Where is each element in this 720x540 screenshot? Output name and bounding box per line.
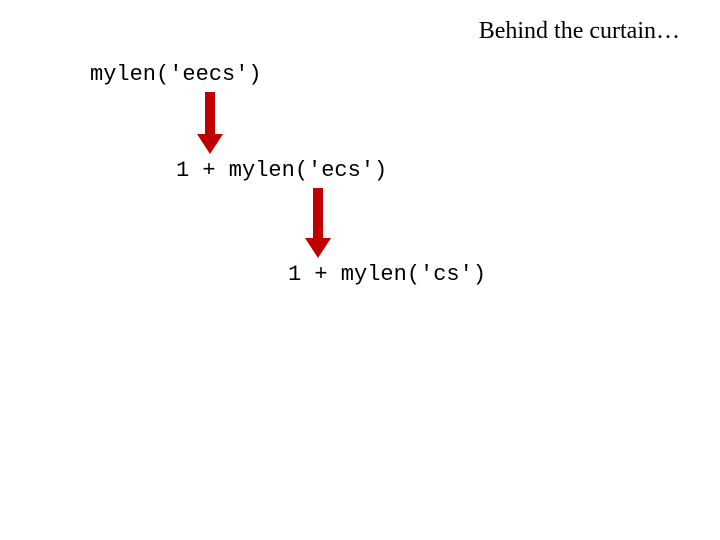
recursion-step-3: 1 + mylen('cs')	[288, 262, 486, 287]
slide-title: Behind the curtain…	[479, 18, 680, 45]
recursion-step-2: 1 + mylen('ecs')	[176, 158, 387, 183]
recursion-step-1: mylen('eecs')	[90, 62, 262, 87]
